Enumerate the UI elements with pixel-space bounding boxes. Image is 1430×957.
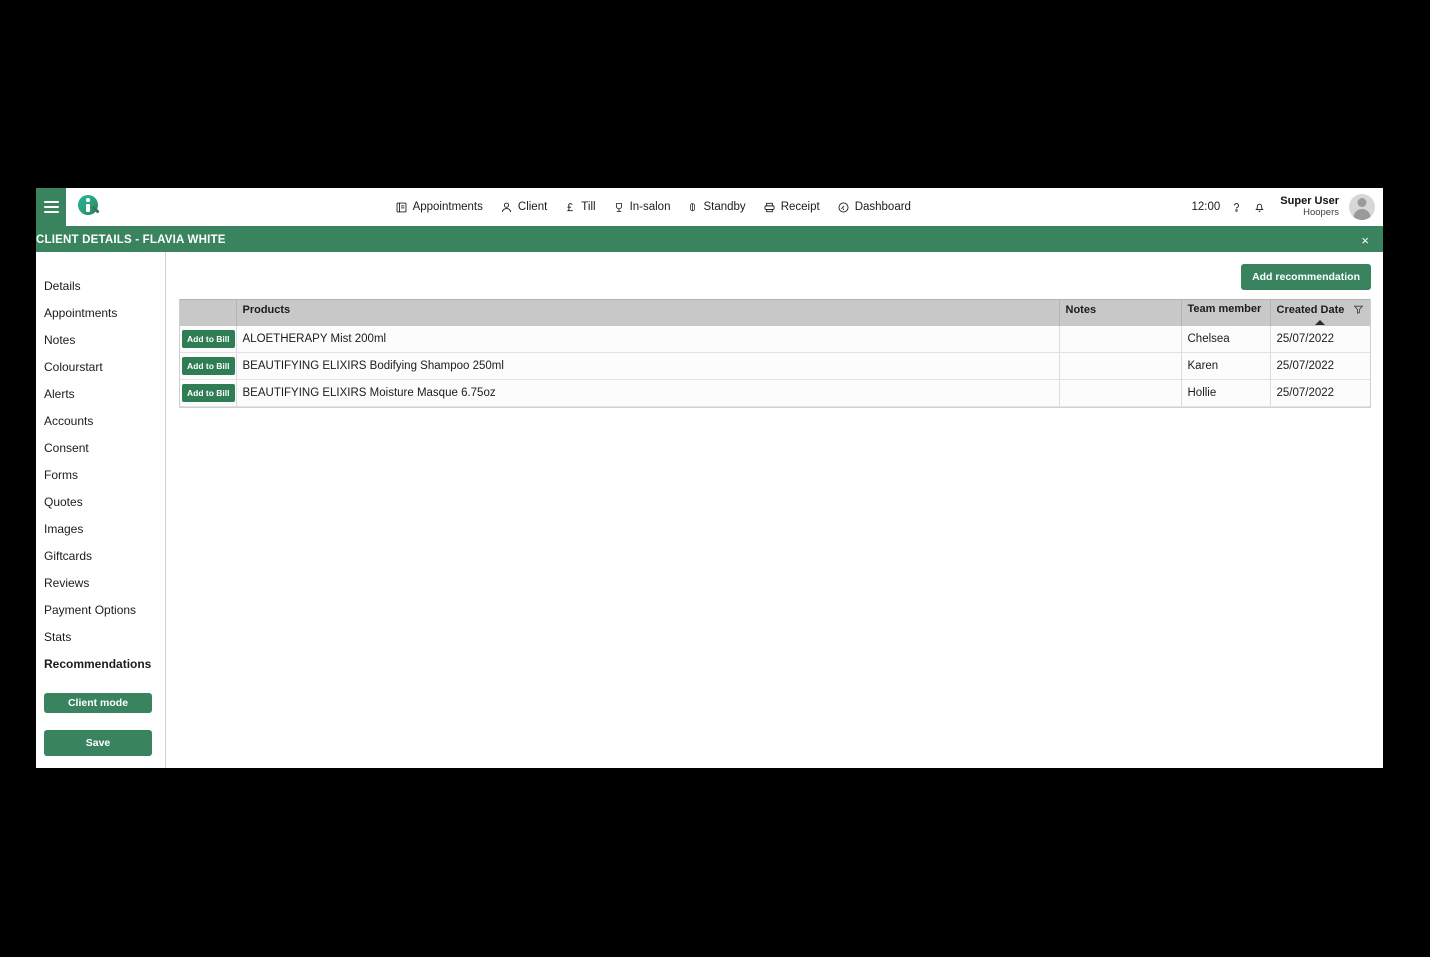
user-name: Super User bbox=[1280, 195, 1339, 208]
nav-label-till: Till bbox=[581, 201, 596, 213]
filter-funnel-icon[interactable] bbox=[1353, 304, 1364, 318]
top-right-controls: 12:00 Super User Hoopers bbox=[1192, 188, 1383, 226]
sidebar-item-payment-options[interactable]: Payment Options bbox=[36, 596, 165, 623]
cell-product: BEAUTIFYING ELIXIRS Moisture Masque 6.75… bbox=[236, 379, 1060, 407]
application-window: Appointments Client Till In-salon Standb… bbox=[36, 188, 1383, 768]
save-button[interactable]: Save bbox=[44, 730, 152, 756]
sidebar-item-giftcards[interactable]: Giftcards bbox=[36, 542, 165, 569]
row-action-cell: Add to Bill bbox=[180, 379, 237, 407]
cell-product: BEAUTIFYING ELIXIRS Bodifying Shampoo 25… bbox=[236, 352, 1060, 380]
row-action-cell: Add to Bill bbox=[180, 352, 237, 380]
sidebar-item-details[interactable]: Details bbox=[36, 272, 165, 299]
nav-label-in-salon: In-salon bbox=[629, 201, 671, 213]
cell-team-member: Chelsea bbox=[1181, 325, 1271, 353]
nav-item-standby[interactable]: Standby bbox=[687, 201, 746, 214]
hamburger-icon bbox=[43, 198, 59, 216]
cell-team-member: Hollie bbox=[1181, 379, 1271, 407]
sidebar-item-colourstart[interactable]: Colourstart bbox=[36, 353, 165, 380]
column-header-created-date-label: Created Date bbox=[1276, 304, 1345, 316]
table-row[interactable]: Add to Bill BEAUTIFYING ELIXIRS Moisture… bbox=[180, 379, 1370, 407]
cell-created-date: 25/07/2022 bbox=[1270, 352, 1370, 380]
table-header-row: Products Notes Team member Created Date bbox=[180, 299, 1370, 326]
chair-icon bbox=[613, 201, 625, 214]
client-details-sidebar: Details Appointments Notes Colourstart A… bbox=[36, 252, 166, 768]
sidebar-item-forms[interactable]: Forms bbox=[36, 461, 165, 488]
clock-display: 12:00 bbox=[1191, 201, 1221, 213]
sidebar-item-images[interactable]: Images bbox=[36, 515, 165, 542]
recommendations-table: Products Notes Team member Created Date bbox=[180, 299, 1370, 407]
page-body: Details Appointments Notes Colourstart A… bbox=[36, 252, 1383, 768]
sort-ascending-indicator bbox=[1315, 319, 1326, 325]
row-action-cell: Add to Bill bbox=[180, 325, 237, 353]
pin-icon bbox=[687, 201, 698, 214]
cell-notes bbox=[1059, 379, 1182, 407]
add-to-bill-button[interactable]: Add to Bill bbox=[182, 384, 235, 402]
sidebar-item-appointments[interactable]: Appointments bbox=[36, 299, 165, 326]
sidebar-item-reviews[interactable]: Reviews bbox=[36, 569, 165, 596]
app-logo[interactable] bbox=[66, 188, 114, 226]
table-body: Add to Bill ALOETHERAPY Mist 200ml Chels… bbox=[180, 325, 1370, 407]
nav-item-appointments[interactable]: Appointments bbox=[395, 201, 483, 214]
nav-label-standby: Standby bbox=[703, 201, 746, 213]
sidebar-item-recommendations[interactable]: Recommendations bbox=[36, 650, 165, 677]
printer-icon bbox=[763, 201, 776, 214]
cell-created-date: 25/07/2022 bbox=[1270, 379, 1370, 407]
table-row[interactable]: Add to Bill ALOETHERAPY Mist 200ml Chels… bbox=[180, 325, 1370, 353]
user-organisation: Hoopers bbox=[1303, 206, 1339, 218]
gauge-icon bbox=[837, 201, 850, 214]
notification-bell-icon[interactable] bbox=[1253, 200, 1266, 214]
nav-item-receipt[interactable]: Receipt bbox=[763, 201, 820, 214]
avatar[interactable] bbox=[1349, 194, 1375, 220]
person-icon bbox=[500, 201, 513, 214]
column-header-created-date[interactable]: Created Date bbox=[1270, 299, 1370, 326]
pound-icon bbox=[564, 201, 576, 214]
nav-label-appointments: Appointments bbox=[412, 201, 483, 213]
sidebar-item-alerts[interactable]: Alerts bbox=[36, 380, 165, 407]
panel-toolbar: Add recommendation bbox=[179, 264, 1371, 290]
top-navigation-bar: Appointments Client Till In-salon Standb… bbox=[36, 188, 1383, 228]
question-lightbulb-icon[interactable] bbox=[1230, 200, 1243, 214]
nav-label-dashboard: Dashboard bbox=[854, 201, 911, 213]
sidebar-item-stats[interactable]: Stats bbox=[36, 623, 165, 650]
nav-item-client[interactable]: Client bbox=[500, 201, 547, 214]
recommendations-grid: Products Notes Team member Created Date bbox=[179, 299, 1371, 408]
user-info[interactable]: Super User Hoopers bbox=[1280, 195, 1339, 219]
nav-item-in-salon[interactable]: In-salon bbox=[613, 201, 671, 214]
close-icon[interactable]: × bbox=[1357, 232, 1373, 249]
cell-team-member: Karen bbox=[1181, 352, 1271, 380]
page-title-bar: CLIENT DETAILS - FLAVIA WHITE × bbox=[36, 228, 1383, 252]
add-to-bill-button[interactable]: Add to Bill bbox=[182, 329, 235, 348]
table-row[interactable]: Add to Bill BEAUTIFYING ELIXIRS Bodifyin… bbox=[180, 352, 1370, 380]
sidebar-item-consent[interactable]: Consent bbox=[36, 434, 165, 461]
nav-item-till[interactable]: Till bbox=[564, 201, 596, 214]
client-mode-button[interactable]: Client mode bbox=[44, 693, 152, 713]
recommendations-panel: Add recommendation Products Notes Team m… bbox=[166, 252, 1383, 768]
sidebar-item-accounts[interactable]: Accounts bbox=[36, 407, 165, 434]
column-header-action[interactable] bbox=[180, 299, 237, 326]
column-header-notes[interactable]: Notes bbox=[1059, 299, 1182, 326]
main-nav: Appointments Client Till In-salon Standb… bbox=[114, 188, 1192, 226]
nav-label-client: Client bbox=[517, 201, 548, 213]
sidebar-item-notes[interactable]: Notes bbox=[36, 326, 165, 353]
sidebar-item-quotes[interactable]: Quotes bbox=[36, 488, 165, 515]
hamburger-menu-button[interactable] bbox=[36, 188, 66, 226]
column-header-products[interactable]: Products bbox=[236, 299, 1060, 326]
cell-created-date: 25/07/2022 bbox=[1270, 325, 1370, 353]
nav-item-dashboard[interactable]: Dashboard bbox=[837, 201, 911, 214]
iq-logo-icon bbox=[78, 195, 102, 219]
add-to-bill-button[interactable]: Add to Bill bbox=[182, 357, 235, 375]
page-title: CLIENT DETAILS - FLAVIA WHITE bbox=[36, 234, 226, 246]
cell-notes bbox=[1059, 352, 1182, 380]
add-recommendation-button[interactable]: Add recommendation bbox=[1241, 264, 1371, 290]
book-icon bbox=[395, 201, 408, 214]
cell-notes bbox=[1059, 325, 1182, 353]
cell-product: ALOETHERAPY Mist 200ml bbox=[236, 325, 1060, 353]
table-header: Products Notes Team member Created Date bbox=[180, 299, 1370, 326]
column-header-team-member[interactable]: Team member bbox=[1181, 299, 1271, 326]
nav-label-receipt: Receipt bbox=[780, 201, 820, 213]
